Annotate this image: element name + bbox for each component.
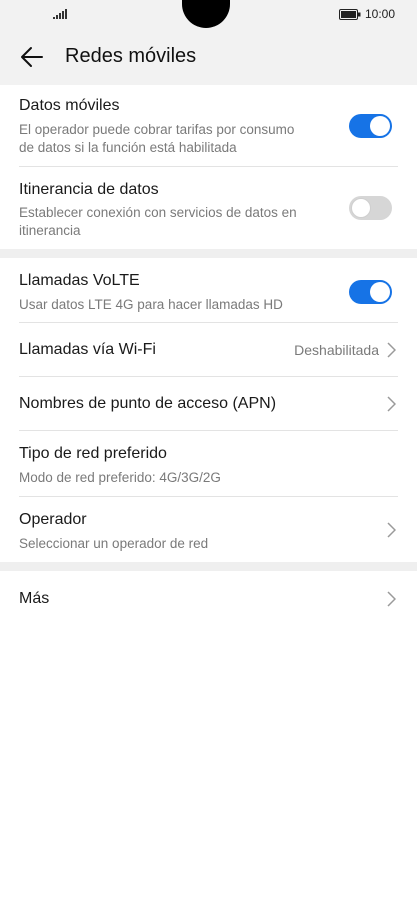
volte-row[interactable]: Llamadas VoLTE Usar datos LTE 4G para ha…: [0, 258, 417, 323]
network-type-row[interactable]: Tipo de red preferido Modo de red prefer…: [0, 431, 417, 497]
datos-moviles-row[interactable]: Datos móviles El operador puede cobrar t…: [0, 85, 417, 167]
wifi-calls-title: Llamadas vía Wi-Fi: [19, 341, 156, 358]
operator-row[interactable]: Operador Seleccionar un operador de red: [0, 497, 417, 562]
data-section: Datos móviles El operador puede cobrar t…: [0, 85, 417, 249]
operator-subtitle: Seleccionar un operador de red: [19, 536, 209, 551]
network-type-title: Tipo de red preferido: [19, 445, 167, 462]
toggle-knob: [351, 198, 371, 218]
wifi-calls-value: Deshabilitada: [294, 342, 379, 358]
datos-moviles-subtitle-2: de datos si la función está habilitada: [19, 140, 237, 155]
toggle-knob: [370, 282, 390, 302]
chevron-right-icon: [387, 591, 396, 607]
page-title: Redes móviles: [65, 45, 197, 67]
volte-toggle[interactable]: [349, 280, 392, 304]
signal-icon: [53, 9, 67, 19]
volte-title: Llamadas VoLTE: [19, 272, 140, 289]
network-type-subtitle: Modo de red preferido: 4G/3G/2G: [19, 470, 221, 485]
chevron-right-icon: [387, 342, 396, 358]
header: Redes móviles: [0, 30, 417, 85]
settings-content: Datos móviles El operador puede cobrar t…: [0, 85, 417, 904]
itinerancia-subtitle-2: itinerancia: [19, 223, 81, 238]
itinerancia-title: Itinerancia de datos: [19, 181, 159, 198]
status-time: 10:00: [364, 7, 395, 21]
chevron-right-icon: [387, 396, 396, 412]
itinerancia-subtitle-1: Establecer conexión con servicios de dat…: [19, 205, 297, 220]
calls-section: Llamadas VoLTE Usar datos LTE 4G para ha…: [0, 258, 417, 562]
more-title: Más: [19, 590, 50, 607]
more-section: Más: [0, 571, 417, 627]
wifi-calls-row[interactable]: Llamadas vía Wi-Fi Deshabilitada: [0, 323, 417, 377]
datos-moviles-title: Datos móviles: [19, 97, 120, 114]
apn-title: Nombres de punto de acceso (APN): [19, 395, 277, 412]
apn-row[interactable]: Nombres de punto de acceso (APN): [0, 377, 417, 431]
itinerancia-row[interactable]: Itinerancia de datos Establecer conexión…: [0, 167, 417, 249]
more-row[interactable]: Más: [0, 571, 417, 627]
arrow-left-icon[interactable]: [20, 46, 44, 68]
status-right: 10:00: [338, 7, 395, 21]
section-gap: [0, 562, 417, 571]
chevron-right-icon: [387, 522, 396, 538]
volte-subtitle: Usar datos LTE 4G para hacer llamadas HD: [19, 297, 283, 312]
status-bar: 10:00: [0, 0, 417, 30]
camera-notch: [182, 0, 230, 28]
battery-icon: [338, 8, 361, 20]
datos-moviles-subtitle-1: El operador puede cobrar tarifas por con…: [19, 122, 295, 137]
datos-moviles-toggle[interactable]: [349, 114, 392, 138]
itinerancia-toggle[interactable]: [349, 196, 392, 220]
operator-title: Operador: [19, 511, 87, 528]
toggle-knob: [370, 116, 390, 136]
empty-area: [0, 627, 417, 904]
section-gap: [0, 249, 417, 258]
